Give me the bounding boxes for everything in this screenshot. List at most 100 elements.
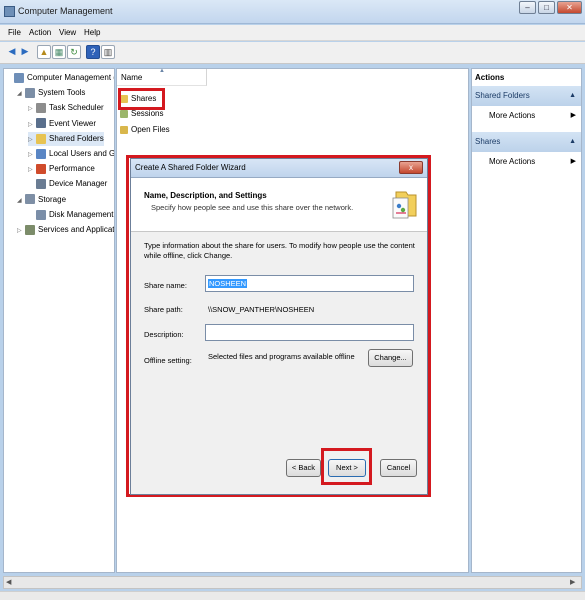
disk-icon xyxy=(36,209,46,220)
shared-folder-icon xyxy=(36,133,46,144)
share-name-label: Share name: xyxy=(144,281,187,290)
tree-item[interactable]: ▷ Services and Applications xyxy=(17,223,115,238)
tree-item-label: Computer Management (Local xyxy=(27,73,114,82)
performance-icon xyxy=(36,164,46,175)
expand-arrow-icon[interactable]: ◢ xyxy=(17,194,25,208)
menu-action[interactable]: Action xyxy=(29,28,51,37)
actions-title: Actions xyxy=(475,73,505,82)
actions-pane: Actions Shared Folders ▲ More Actions ▶ … xyxy=(471,68,582,573)
tree-item[interactable]: ▷ Event Viewer xyxy=(28,117,96,131)
horizontal-scrollbar[interactable]: ◀ ▶ xyxy=(3,576,582,589)
tree-item[interactable]: Device Manager xyxy=(28,177,107,191)
create-shared-folder-wizard: Create A Shared Folder Wizard x Name, De… xyxy=(130,158,428,495)
expand-arrow-icon[interactable]: ▷ xyxy=(28,133,36,147)
column-name-label: Name xyxy=(121,73,143,82)
tree-item-label: Local Users and Groups xyxy=(49,149,115,158)
cancel-button[interactable]: Cancel xyxy=(380,459,417,477)
tree-item[interactable]: Computer Management (Local xyxy=(6,71,114,85)
clock-icon xyxy=(36,103,46,114)
event-viewer-icon xyxy=(36,118,46,129)
expand-arrow-icon[interactable]: ◢ xyxy=(17,87,25,101)
wizard-title: Create A Shared Folder Wizard xyxy=(135,163,246,172)
offline-setting-value: Selected files and programs available of… xyxy=(208,352,355,361)
actions-section-shared-folders[interactable]: Shared Folders ▲ xyxy=(472,86,581,106)
offline-setting-label: Offline setting: xyxy=(144,356,192,365)
minimize-button[interactable]: – xyxy=(519,1,536,14)
tree-item-label: Event Viewer xyxy=(49,118,96,128)
wizard-intro-text: Type information about the share for use… xyxy=(144,241,415,260)
show-hide-pane-icon[interactable]: ▥ xyxy=(101,45,115,59)
users-icon xyxy=(36,148,46,159)
toolbar: ◀ ▶ ▲ ▦ ↻ ? ▥ xyxy=(0,42,585,64)
submenu-arrow-icon: ▶ xyxy=(570,158,576,165)
menu-help[interactable]: Help xyxy=(84,28,100,37)
window-title: Computer Management xyxy=(18,6,113,16)
change-button[interactable]: Change... xyxy=(368,349,413,367)
tree-item-label: System Tools xyxy=(38,88,86,98)
menu-file[interactable]: File xyxy=(8,28,21,37)
back-button[interactable]: < Back xyxy=(286,459,321,477)
expand-arrow-icon[interactable]: ▷ xyxy=(28,163,36,177)
console-tree: Computer Management (Local◢System Tools▷… xyxy=(3,68,115,573)
up-folder-icon[interactable]: ▲ xyxy=(37,45,51,59)
list-item-open-files[interactable]: Open Files xyxy=(120,123,170,137)
tree-item[interactable]: ▷ Local Users and Groups xyxy=(28,147,115,162)
wizard-subheading: Specify how people see and use this shar… xyxy=(151,203,354,212)
next-highlight-box xyxy=(321,448,372,485)
help-icon[interactable]: ? xyxy=(86,45,100,59)
description-label: Description: xyxy=(144,330,184,339)
system-tools-icon xyxy=(25,88,35,99)
tree-item[interactable]: ▷ Performance xyxy=(28,162,95,176)
collapse-icon: ▲ xyxy=(569,138,576,145)
title-bar: Computer Management – □ ✕ xyxy=(0,0,585,24)
shared-folder-icon xyxy=(392,191,417,219)
tree-item-label: Performance xyxy=(49,164,95,174)
share-name-value: NOSHEEN xyxy=(208,279,248,288)
collapse-icon: ▲ xyxy=(569,92,576,99)
device-manager-icon xyxy=(36,179,46,190)
scroll-left-icon[interactable]: ◀ xyxy=(6,578,11,586)
share-path-label: Share path: xyxy=(144,305,183,314)
tree-item[interactable]: Disk Management xyxy=(28,208,113,222)
open-files-icon xyxy=(120,125,128,134)
tree-item-label: Services and Applications xyxy=(38,225,115,234)
refresh-icon[interactable]: ↻ xyxy=(67,45,81,59)
expand-arrow-icon[interactable]: ▷ xyxy=(28,148,36,162)
more-actions-shares[interactable]: More Actions ▶ xyxy=(472,152,581,172)
menu-view[interactable]: View xyxy=(59,28,76,37)
tree-item[interactable]: ◢ System Tools xyxy=(17,86,85,100)
sessions-icon xyxy=(120,109,128,118)
back-arrow-icon[interactable]: ◀ xyxy=(5,45,19,59)
tree-item[interactable]: ◢ Storage xyxy=(17,193,66,207)
tree-item-label: Disk Management xyxy=(49,209,114,219)
more-actions-shared-folders[interactable]: More Actions ▶ xyxy=(472,106,581,126)
status-bar xyxy=(0,591,585,600)
tree-item-label: Device Manager xyxy=(49,179,108,189)
close-button[interactable]: ✕ xyxy=(557,1,582,14)
expand-arrow-icon[interactable]: ▷ xyxy=(28,118,36,132)
menu-bar: File Action View Help xyxy=(0,25,585,41)
scroll-right-icon[interactable]: ▶ xyxy=(570,578,575,586)
storage-icon xyxy=(25,194,35,205)
shares-highlight-box xyxy=(118,88,165,110)
share-path-value: \\SNOW_PANTHER\NOSHEEN xyxy=(208,305,315,314)
expand-arrow-icon[interactable]: ▷ xyxy=(28,102,36,116)
tree-item[interactable]: ▷ Task Scheduler xyxy=(28,101,104,115)
computer-management-icon xyxy=(14,72,24,83)
actions-section-shares[interactable]: Shares ▲ xyxy=(472,132,581,152)
properties-icon[interactable]: ▦ xyxy=(52,45,66,59)
tree-item[interactable]: ▷ Shared Folders xyxy=(28,131,104,147)
share-name-input[interactable]: NOSHEEN xyxy=(205,275,414,292)
forward-arrow-icon[interactable]: ▶ xyxy=(18,45,32,59)
column-header-name[interactable]: Name ▲ xyxy=(117,68,207,86)
submenu-arrow-icon: ▶ xyxy=(570,112,576,119)
expand-arrow-icon[interactable]: ▷ xyxy=(17,224,25,238)
tree-item-label: Storage xyxy=(38,194,67,204)
wizard-close-button[interactable]: x xyxy=(399,161,423,174)
sort-arrow-icon: ▲ xyxy=(159,68,165,74)
wizard-header: Name, Description, and Settings Specify … xyxy=(131,178,427,232)
description-input[interactable] xyxy=(205,324,414,341)
maximize-button[interactable]: □ xyxy=(538,1,555,14)
tree-item-label: Shared Folders xyxy=(49,133,104,143)
services-icon xyxy=(25,224,35,235)
